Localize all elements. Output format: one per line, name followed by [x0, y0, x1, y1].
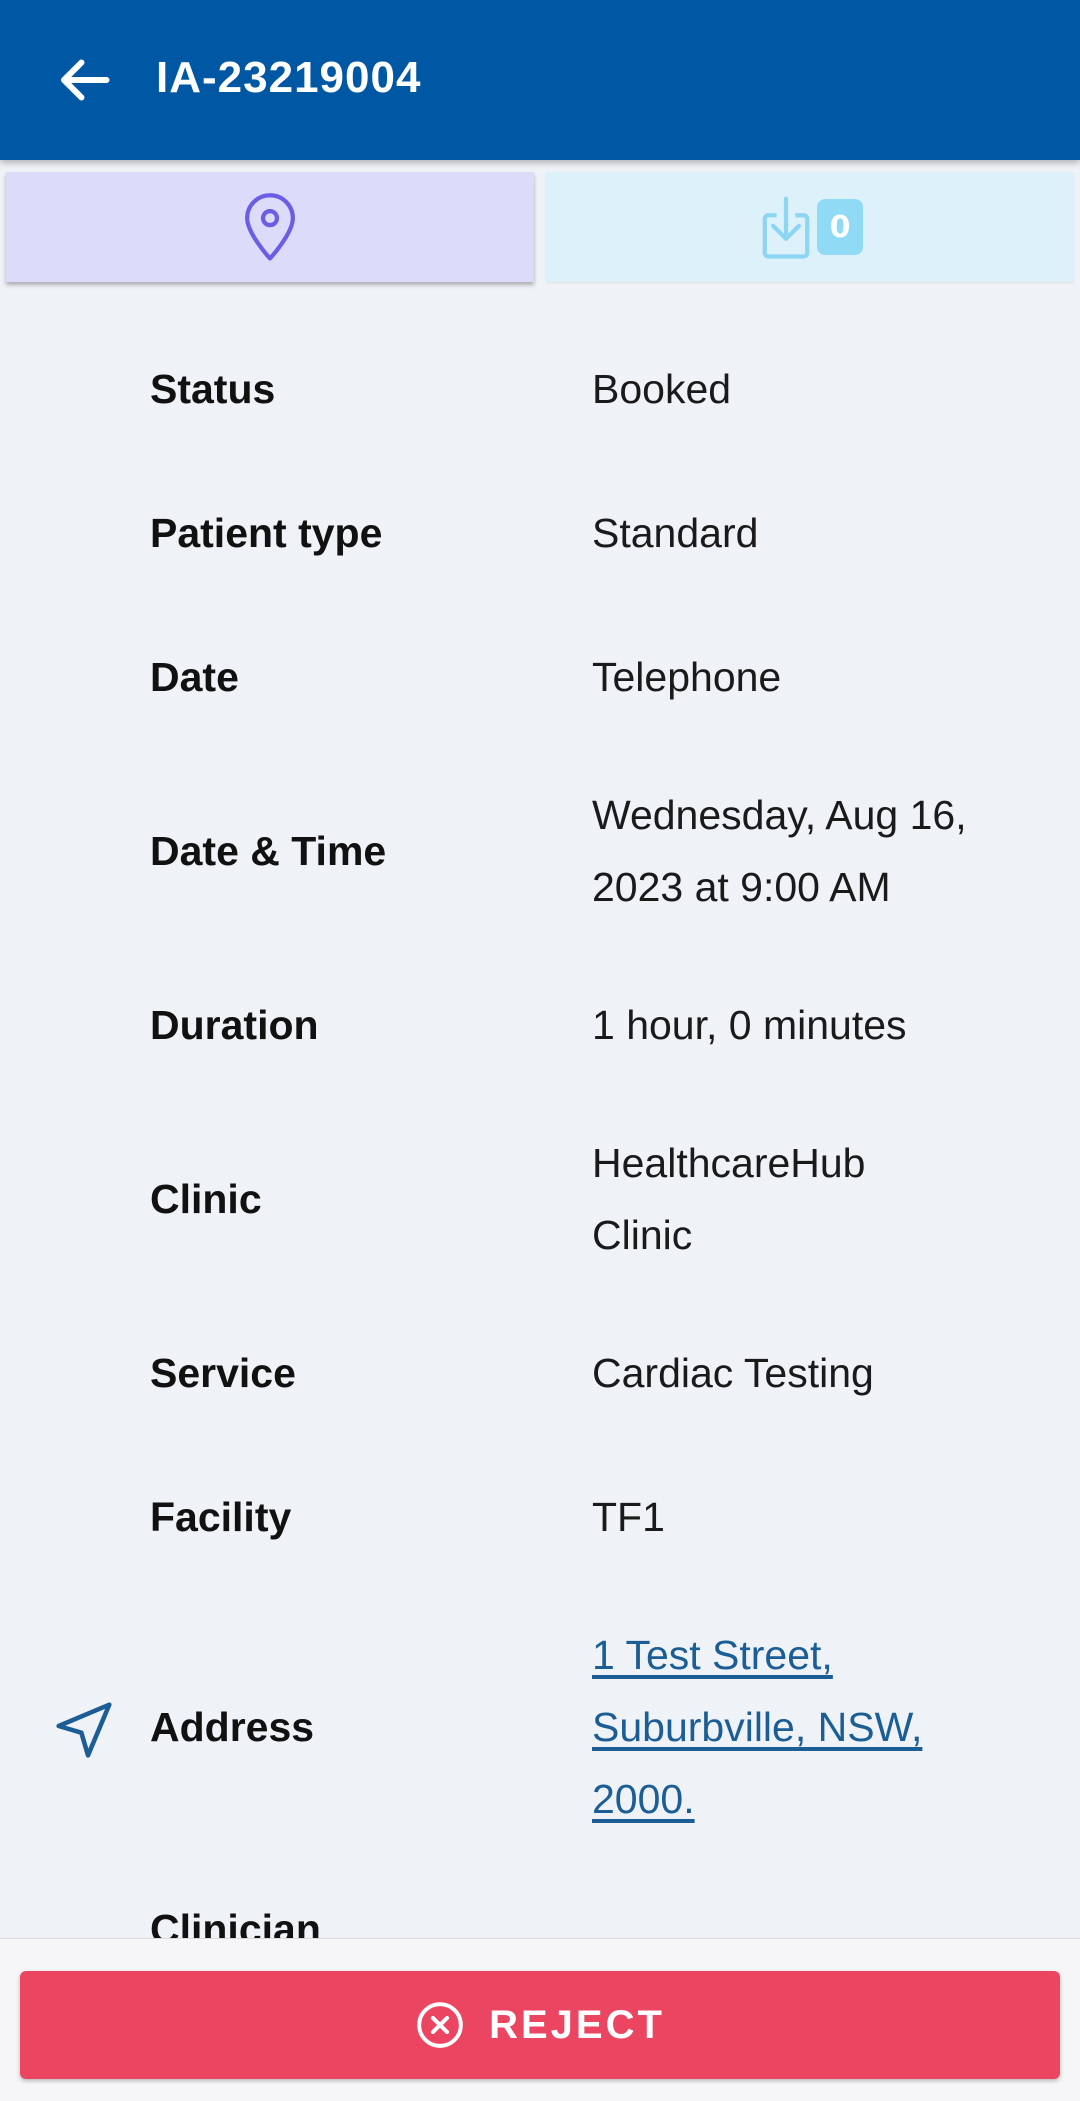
- detail-label: Date: [150, 654, 239, 700]
- close-circle-icon: [417, 2002, 463, 2048]
- tab-downloads[interactable]: 0: [546, 172, 1074, 282]
- detail-label: Service: [150, 1350, 296, 1396]
- page-title: IA-23219004: [156, 53, 422, 102]
- detail-label: Facility: [150, 1494, 292, 1540]
- detail-label: Duration: [150, 1002, 319, 1048]
- download-count-badge: 0: [817, 199, 863, 255]
- detail-value: Wednesday, Aug 16, 2023 at 9:00 AM: [592, 792, 967, 910]
- back-button[interactable]: [40, 36, 128, 124]
- arrow-left-icon: [61, 59, 110, 101]
- navigation-arrow-icon[interactable]: [52, 1698, 116, 1762]
- detail-label: Date & Time: [150, 828, 387, 874]
- bottom-action-bar: REJECT: [0, 1938, 1080, 2101]
- detail-label: Status: [150, 366, 276, 412]
- detail-label: Address: [150, 1704, 315, 1750]
- tab-location[interactable]: [6, 172, 534, 282]
- location-pin-icon: [245, 193, 295, 261]
- detail-value: Booked: [592, 366, 732, 412]
- detail-value: Cardiac Testing: [592, 1350, 874, 1396]
- app-bar: IA-23219004: [0, 0, 1080, 160]
- detail-value: Standard: [592, 510, 759, 556]
- detail-value: Telephone: [592, 654, 782, 700]
- detail-label: Clinic: [150, 1176, 262, 1222]
- reject-label: REJECT: [489, 2002, 665, 2047]
- detail-value: 1 hour, 0 minutes: [592, 1002, 907, 1048]
- address-link[interactable]: 1 Test Street, Suburbville, NSW, 2000.: [592, 1619, 992, 1835]
- detail-value: TF1: [592, 1494, 665, 1540]
- reject-button[interactable]: REJECT: [20, 1971, 1060, 2079]
- detail-value: HealthcareHub Clinic: [592, 1140, 866, 1258]
- detail-label: Patient type: [150, 510, 383, 556]
- download-icon: [762, 196, 810, 259]
